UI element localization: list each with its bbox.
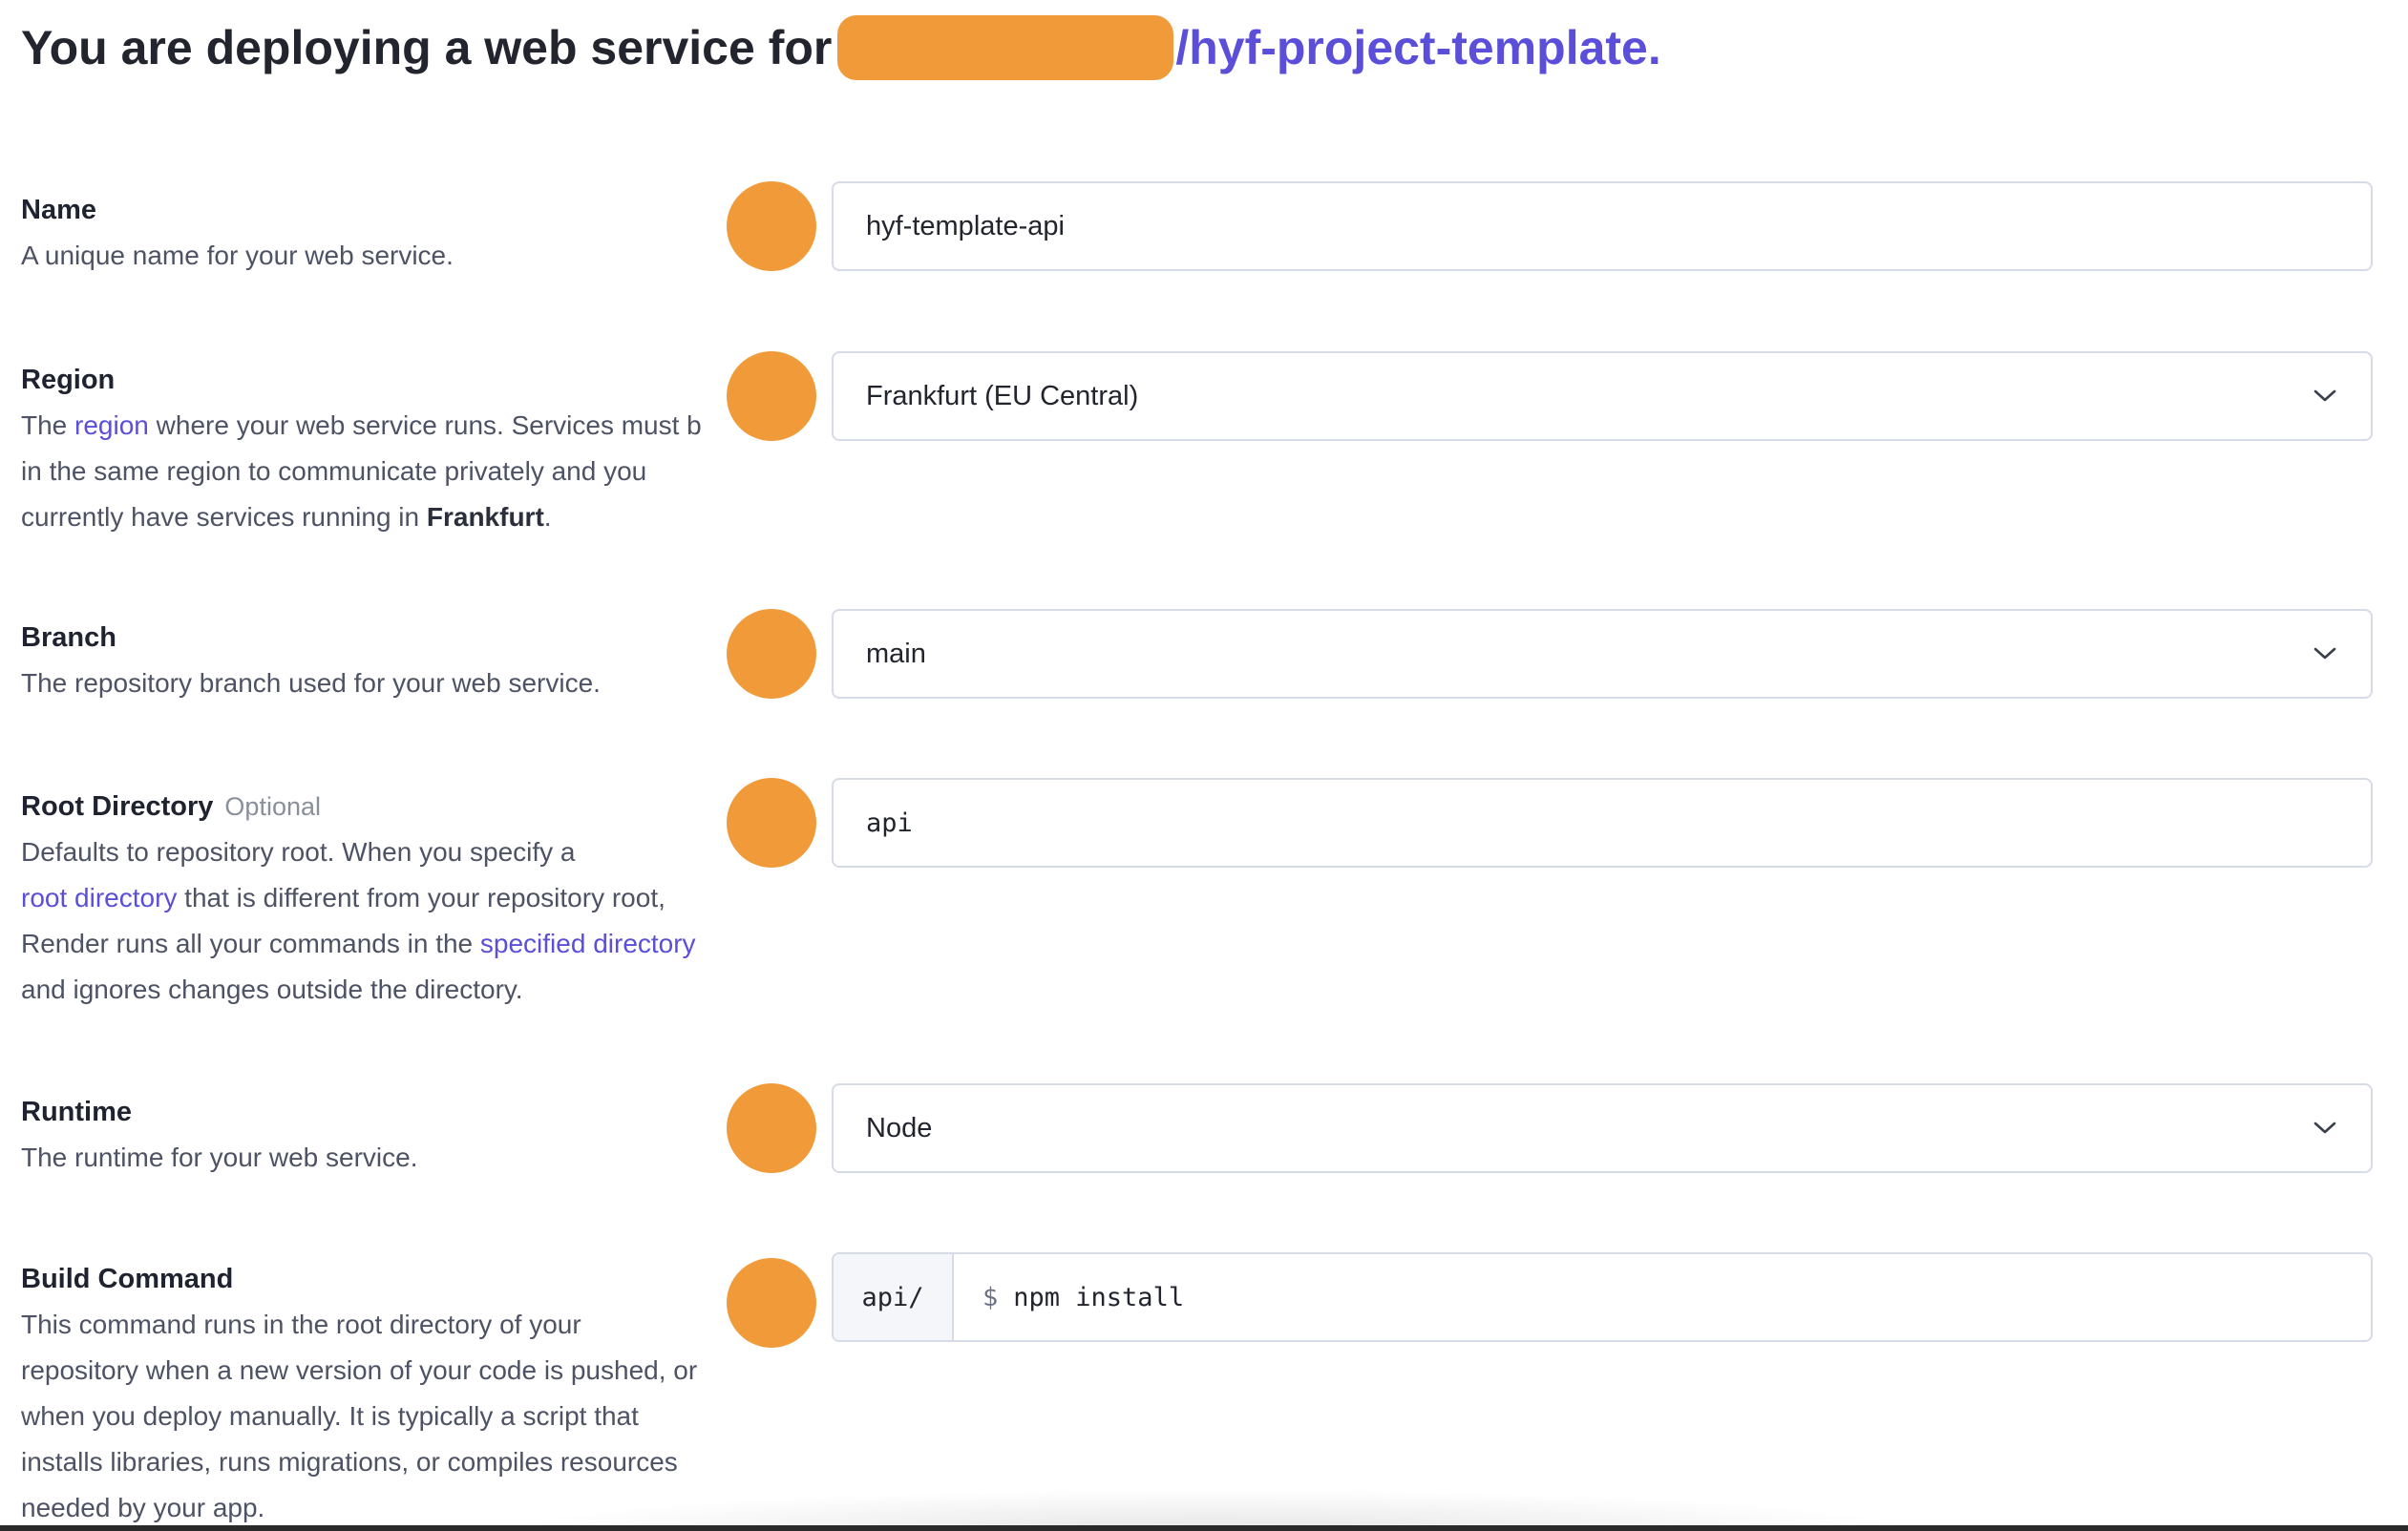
runtime-label: Runtime [21,1097,132,1127]
root-directory-desc-line: and ignores changes outside the director… [21,975,523,1004]
optional-tag: Optional [224,792,321,821]
current-region-name: Frankfurt [426,502,544,532]
branch-select[interactable]: main [832,609,2373,699]
name-description: A unique name for your web service. [21,241,454,270]
region-docs-link[interactable]: region [74,410,149,440]
runtime-select[interactable]: Node [832,1083,2373,1173]
root-directory-input[interactable]: api [832,778,2373,868]
annotation-marker [727,351,816,441]
repository-link[interactable]: /hyf-project-template. [1175,20,1660,75]
annotation-marker [727,1258,816,1348]
shell-prompt-symbol: $ [982,1282,999,1312]
redacted-owner-marker [837,15,1174,80]
annotation-marker [727,1083,816,1173]
build-command-desc-line: This command runs in the root directory … [21,1310,581,1339]
name-label: Name [21,195,96,225]
region-select[interactable]: Frankfurt (EU Central) [832,351,2373,441]
build-command-desc-line: when you deploy manually. It is typicall… [21,1401,639,1431]
chevron-down-icon [2306,635,2344,673]
window-bottom-edge [0,1525,2408,1531]
region-desc-text: where your web service runs. Services mu… [148,410,702,440]
region-select-value: Frankfurt (EU Central) [866,380,1139,411]
region-desc-line: in the same region to communicate privat… [21,456,647,486]
annotation-marker [727,181,816,271]
root-directory-desc-text: Render runs all your commands in the [21,929,480,958]
root-directory-desc-text: that is different from your repository r… [177,883,665,912]
region-desc-text: The [21,410,75,440]
build-command-directory-prefix: api/ [834,1254,954,1340]
branch-description: The repository branch used for your web … [21,668,601,698]
annotation-marker [727,778,816,868]
page-title-prefix: You are deploying a web service for [21,21,833,74]
branch-label: Branch [21,622,116,653]
runtime-select-value: Node [866,1112,933,1143]
chevron-down-icon [2306,377,2344,415]
root-directory-title: Root Directory [21,791,214,822]
region-description: The region where your web service runs. … [21,403,747,540]
root-directory-desc-line: Defaults to repository root. When you sp… [21,837,576,867]
chevron-down-icon [2306,1109,2344,1147]
annotation-marker [727,609,816,699]
region-desc-text: . [543,502,552,532]
name-input[interactable]: hyf-template-api [832,181,2373,271]
root-directory-docs-link[interactable]: root directory [21,883,177,912]
build-command-desc-line: repository when a new version of your co… [21,1355,698,1385]
region-label: Region [21,365,116,395]
build-command-desc-line: installs libraries, runs migrations, or … [21,1447,678,1477]
page-title: You are deploying a web service for /hyf… [21,11,1661,84]
branch-select-value: main [866,638,926,669]
name-input-value: hyf-template-api [866,210,1065,241]
deploy-web-service-form: You are deploying a web service for /hyf… [0,0,2408,1531]
root-directory-input-value: api [866,807,913,838]
runtime-description: The runtime for your web service. [21,1143,418,1172]
region-desc-text: currently have services running in [21,502,427,532]
root-directory-label: Root Directory Optional [21,784,747,829]
build-command-label: Build Command [21,1264,234,1294]
specified-directory-link[interactable]: specified directory [480,929,696,958]
build-command-input[interactable]: api/ $ npm install [832,1252,2373,1342]
root-directory-description: Defaults to repository root. When you sp… [21,829,747,1013]
build-command-value: npm install [1013,1282,1185,1312]
